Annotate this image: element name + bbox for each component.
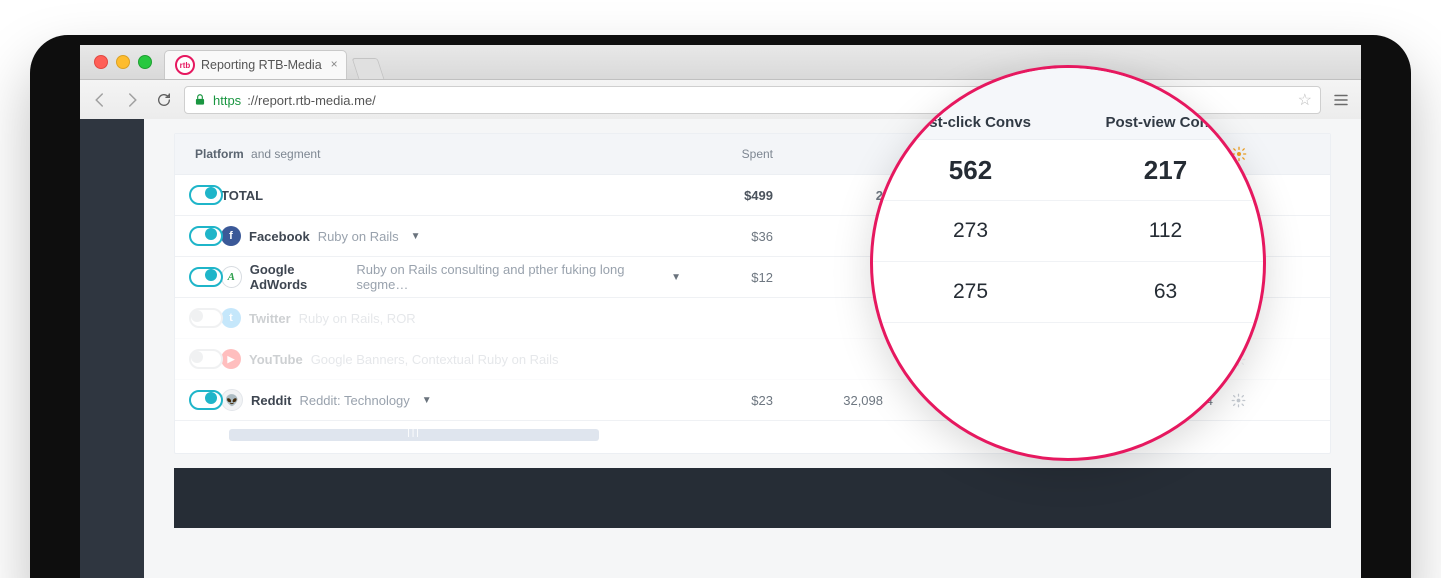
platform-icon: A bbox=[221, 266, 242, 288]
mag-postclick-value: 275 bbox=[873, 280, 1068, 304]
browser-tabbar: rtb Reporting RTB-Media × bbox=[80, 45, 1361, 80]
segment-name: Ruby on Rails, ROR bbox=[299, 311, 416, 326]
chevron-down-icon[interactable]: ▼ bbox=[422, 395, 432, 406]
minimize-window-icon[interactable] bbox=[116, 55, 130, 69]
gear-icon bbox=[1231, 393, 1246, 408]
platform-cell[interactable]: A Google AdWordsRuby on Rails consulting … bbox=[221, 262, 681, 292]
platform-name: YouTube bbox=[249, 352, 303, 367]
footer-band bbox=[174, 468, 1331, 528]
platform-icon: f bbox=[221, 226, 241, 246]
horizontal-scrollbar[interactable] bbox=[229, 429, 599, 441]
row-toggle[interactable] bbox=[189, 349, 223, 369]
row-toggle[interactable] bbox=[189, 267, 223, 287]
row-toggle[interactable] bbox=[189, 308, 223, 328]
mag-postview-value: 112 bbox=[1068, 219, 1263, 243]
arrow-left-icon bbox=[91, 91, 109, 109]
platform-cell[interactable]: ▶ YouTube Google Banners, Contextual Ruby … bbox=[221, 349, 681, 369]
platform-icon: t bbox=[221, 308, 241, 328]
platform-icon: 👽 bbox=[221, 389, 243, 411]
total-label: TOTAL bbox=[221, 188, 263, 203]
chevron-down-icon[interactable]: ▼ bbox=[671, 272, 681, 283]
browser-menu-button[interactable] bbox=[1329, 88, 1353, 112]
magnifier-row: 562217 bbox=[873, 140, 1263, 201]
toggle-total[interactable] bbox=[189, 185, 223, 205]
tab-favicon: rtb bbox=[175, 55, 195, 75]
platform-cell[interactable]: f Facebook Ruby on Rails ▼ bbox=[221, 226, 681, 246]
window-controls bbox=[94, 55, 152, 69]
segment-name: Ruby on Rails consulting and pther fukin… bbox=[356, 262, 659, 292]
maximize-window-icon[interactable] bbox=[138, 55, 152, 69]
reload-icon bbox=[156, 92, 172, 108]
reload-button[interactable] bbox=[152, 88, 176, 112]
forward-button[interactable] bbox=[120, 88, 144, 112]
mag-postclick-value: 562 bbox=[873, 155, 1068, 186]
magnifier-row: 27563 bbox=[873, 262, 1263, 323]
cell-col1: 32,098 bbox=[791, 393, 901, 408]
platform-name: Reddit bbox=[251, 393, 291, 408]
back-button[interactable] bbox=[88, 88, 112, 112]
mag-postview-value: 63 bbox=[1068, 280, 1263, 304]
total-spent: $499 bbox=[681, 188, 791, 203]
platform-name: Google AdWords bbox=[250, 262, 349, 292]
new-tab-button[interactable] bbox=[351, 58, 384, 79]
url-scheme: https bbox=[213, 93, 241, 108]
cell-spent: $12 bbox=[681, 270, 791, 285]
header-spent: Spent bbox=[681, 147, 791, 161]
left-sidebar bbox=[80, 119, 144, 578]
cell-spent: $23 bbox=[681, 393, 791, 408]
platform-name: Facebook bbox=[249, 229, 310, 244]
lock-icon bbox=[193, 93, 207, 107]
tab-title: Reporting RTB-Media bbox=[201, 58, 322, 72]
row-toggle[interactable] bbox=[189, 390, 223, 410]
magnifier-overlay: Post-click Convs Post-view Convs 5622172… bbox=[870, 65, 1266, 461]
segment-name: Ruby on Rails bbox=[318, 229, 399, 244]
row-settings-button[interactable] bbox=[1231, 393, 1265, 408]
platform-icon: ▶ bbox=[221, 349, 241, 369]
platform-cell[interactable]: t Twitter Ruby on Rails, ROR bbox=[221, 308, 681, 328]
close-tab-icon[interactable]: × bbox=[331, 57, 338, 71]
segment-name: Google Banners, Contextual Ruby on Rails bbox=[311, 352, 559, 367]
cell-spent: $36 bbox=[681, 229, 791, 244]
url-rest: ://report.rtb-media.me/ bbox=[247, 93, 376, 108]
arrow-right-icon bbox=[123, 91, 141, 109]
magnifier-row: 273112 bbox=[873, 201, 1263, 262]
chevron-down-icon[interactable]: ▼ bbox=[411, 231, 421, 242]
close-window-icon[interactable] bbox=[94, 55, 108, 69]
browser-tab[interactable]: rtb Reporting RTB-Media × bbox=[164, 50, 347, 79]
row-toggle[interactable] bbox=[189, 226, 223, 246]
header-platform: Platform and segment bbox=[175, 147, 681, 161]
platform-cell[interactable]: 👽 Reddit Reddit: Technology ▼ bbox=[221, 389, 681, 411]
segment-name: Reddit: Technology bbox=[299, 393, 409, 408]
mag-postview-value: 217 bbox=[1068, 155, 1263, 186]
hamburger-icon bbox=[1332, 91, 1350, 109]
bookmark-star-icon[interactable]: ☆ bbox=[1298, 90, 1312, 110]
platform-name: Twitter bbox=[249, 311, 291, 326]
mag-postclick-value: 273 bbox=[873, 219, 1068, 243]
